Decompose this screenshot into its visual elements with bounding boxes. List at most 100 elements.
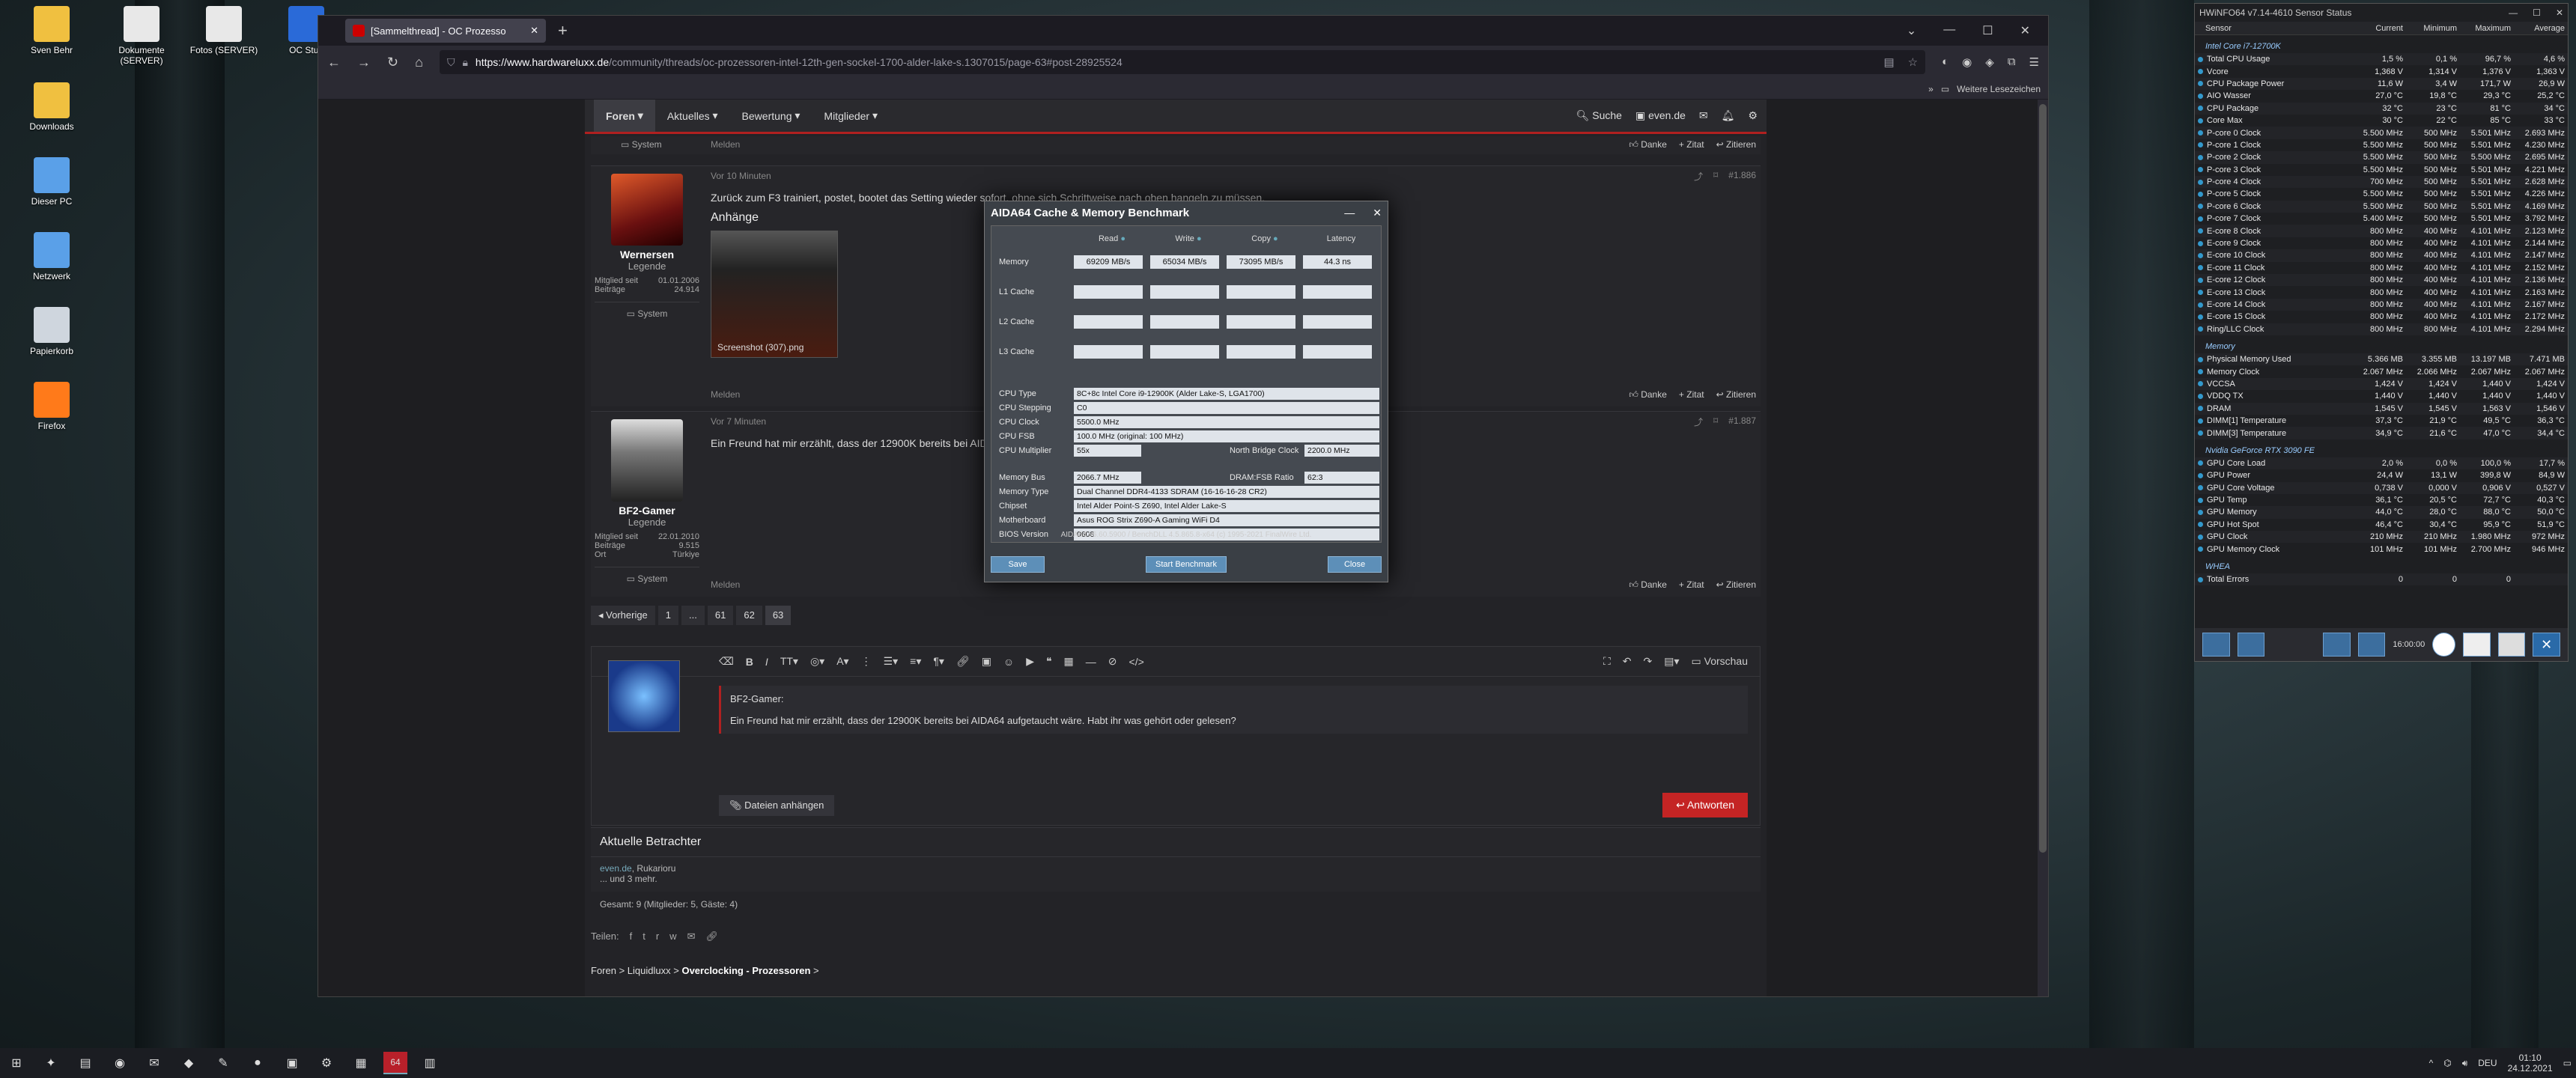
col-minimum[interactable]: Minimum [2406,24,2460,33]
settings-icon[interactable]: ⚙ [1748,109,1758,122]
home-icon[interactable]: ⌂ [415,55,423,70]
paragraph-icon[interactable]: ¶▾ [933,655,944,668]
aida-titlebar[interactable]: AIDA64 Cache & Memory Benchmark — ✕ [985,201,1388,224]
sensor-row[interactable]: P-core 2 Clock 5.500 MHz 500 MHz 5.500 MHz 2… [2195,151,2568,164]
inbox-icon[interactable]: ✉ [1699,109,1708,122]
sensor-row[interactable]: Physical Memory Used 5.366 MB 3.355 MB 13.1… [2195,353,2568,366]
reset-icon[interactable] [2357,633,2386,657]
sensor-row[interactable]: DIMM[1] Temperature 37,3 °C 21,9 °C 49,5 °C… [2195,415,2568,427]
collapse-icon[interactable]: ⌄ [1907,23,1916,38]
system-button[interactable]: ▭ System [595,567,699,584]
hr-icon[interactable]: — [1086,656,1096,668]
redo-icon[interactable]: ↷ [1644,655,1653,668]
sensor-group[interactable]: Nvidia GeForce RTX 3090 FE [2195,444,2568,457]
page-link[interactable]: 61 [707,606,734,625]
url-bar[interactable]: ⛉ 🔒︎ https://www.hardwareluxx.de/communi… [439,50,1926,74]
whatsapp-icon[interactable]: w [669,931,676,943]
drafts-icon[interactable]: ▤▾ [1664,655,1679,668]
desktop-icon[interactable]: Sven Behr [10,6,93,55]
align-icon[interactable]: ≡▾ [910,655,921,668]
lock-icon[interactable]: 🔒︎ [462,56,467,69]
fullscreen-icon[interactable]: ⛶ [1603,655,1611,668]
sensor-row[interactable]: GPU Core Load 2,0 % 0,0 % 100,0 % 17,7 % [2195,457,2568,470]
desktop-icon[interactable]: Downloads [10,82,93,132]
sensor-row[interactable]: E-core 9 Clock 800 MHz 400 MHz 4.101 MHz 2.1… [2195,237,2568,249]
sensor-row[interactable]: Total Errors 0 0 0 [2195,573,2568,586]
maximize-icon[interactable]: ☐ [2533,7,2541,18]
sensor-row[interactable]: P-core 4 Clock 700 MHz 500 MHz 5.501 MHz 2.6… [2195,175,2568,189]
desktop-icon[interactable]: Dieser PC [10,157,93,207]
page-link[interactable]: 62 [736,606,762,625]
col-average[interactable]: Average [2514,24,2568,33]
minimize-icon[interactable]: — [1943,23,1955,38]
close-tab-icon[interactable]: ✕ [530,25,538,37]
taskbar-app-icon[interactable]: ⚙ [315,1052,338,1074]
link-icon[interactable]: 🔗︎ [705,931,718,943]
sensor-row[interactable]: P-core 3 Clock 5.500 MHz 500 MHz 5.501 MHz 4… [2195,164,2568,176]
taskbar-app-icon[interactable]: ◉ [108,1052,132,1074]
system-button[interactable]: ▭ System [595,302,699,319]
sensor-row[interactable]: GPU Memory 44,0 °C 28,0 °C 88,0 °C 50,0 °C [2195,506,2568,519]
share-icon[interactable]: ⤴ [1694,415,1703,428]
reader-icon[interactable]: ▤ [1883,55,1894,69]
like-button[interactable]: 👍︎ Danke [1629,389,1667,401]
sensor-row[interactable]: P-core 6 Clock 5.500 MHz 500 MHz 5.501 MHz 4… [2195,200,2568,213]
reply-quote-button[interactable]: ↩ Zitieren [1716,139,1756,150]
desktop-icon[interactable]: Firefox [10,382,93,431]
language[interactable]: DEU [2478,1058,2497,1068]
sensor-row[interactable]: AIO Wasser 27,0 °C 19,8 °C 29,3 °C 25,2 °C [2195,90,2568,102]
crumb-liquidluxx[interactable]: Liquidluxx [628,965,671,976]
username[interactable]: BF2-Gamer [591,505,703,517]
extensions-icon[interactable]: ⧉ [2008,55,2016,69]
quoted-text[interactable]: BF2-Gamer: Ein Freund hat mir erzählt, d… [719,686,1748,734]
page-link[interactable]: 1 [657,606,679,625]
reload-icon[interactable]: ↻ [387,55,398,70]
notifications-icon[interactable]: ▭ [2563,1058,2572,1068]
font-icon[interactable]: A▾ [836,655,848,668]
spoiler-icon[interactable]: ⊘ [1108,655,1117,668]
network-icon[interactable]: ⌬ [2443,1058,2451,1068]
viewer-link[interactable]: even.de [600,863,632,874]
network-icon[interactable] [2323,633,2351,657]
bold-icon[interactable]: B [746,656,753,668]
sensor-row[interactable]: E-core 13 Clock 800 MHz 400 MHz 4.101 MHz 2.… [2195,286,2568,298]
sensor-row[interactable]: GPU Memory Clock 101 MHz 101 MHz 2.700 MHz 9… [2195,543,2568,555]
taskbar-app-icon[interactable]: ▦ [349,1052,373,1074]
tray-expand-icon[interactable]: ^ [2429,1058,2434,1068]
taskbar-app-icon[interactable]: ✎ [211,1052,235,1074]
media-icon[interactable]: ▶ [1026,655,1034,668]
col-current[interactable]: Current [2352,24,2406,33]
like-button[interactable]: 👍︎ Danke [1629,579,1667,591]
color-icon[interactable]: ◎▾ [810,655,824,668]
own-avatar[interactable] [608,660,680,732]
sensor-row[interactable]: Core Max 30 °C 22 °C 85 °C 33 °C [2195,115,2568,127]
post-time[interactable]: Vor 7 Minuten [711,416,766,427]
minimize-icon[interactable]: — [1344,207,1355,219]
report-link[interactable]: Melden [711,389,740,401]
close-sensors-icon[interactable]: ✕ [2533,633,2561,657]
sensor-row[interactable]: DRAM 1,545 V 1,545 V 1,563 V 1,546 V [2195,402,2568,415]
undo-icon[interactable]: ↶ [1623,655,1632,668]
post-number[interactable]: #1.887 [1728,415,1756,428]
sensor-row[interactable]: Vcore 1,368 V 1,314 V 1,376 V 1,363 V [2195,65,2568,77]
report-link[interactable]: Melden [711,139,740,150]
quote-icon[interactable]: ❝ [1046,655,1052,668]
nav-news[interactable]: Aktuelles ▾ [655,100,730,132]
col-sensor[interactable]: Sensor [2195,24,2352,33]
sensor-row[interactable]: CPU Package Power 11,6 W 3,4 W 171,7 W 26,9 … [2195,77,2568,91]
sensor-row[interactable]: CPU Package 32 °C 23 °C 81 °C 34 °C [2195,102,2568,115]
new-tab-icon[interactable]: + [558,21,568,40]
sensor-row[interactable]: E-core 15 Clock 800 MHz 400 MHz 4.101 MHz 2.… [2195,311,2568,323]
reply-button[interactable]: ↩ Antworten [1662,793,1748,817]
taskbar-app-icon[interactable]: ▣ [280,1052,304,1074]
nav-members[interactable]: Mitglieder ▾ [812,100,890,132]
sensor-row[interactable]: GPU Core Voltage 0,738 V 0,000 V 0,906 V 0,5… [2195,481,2568,494]
sensor-row[interactable]: Total CPU Usage 1,5 % 0,1 % 96,7 % 4,6 % [2195,53,2568,66]
bookmark-star-icon[interactable]: ☆ [1908,55,1918,69]
crumb-overclocking[interactable]: Overclocking - Prozessoren [681,965,810,976]
avatar[interactable] [611,174,683,246]
back-icon[interactable]: ← [327,55,341,70]
pocket-icon[interactable]: ◐ [1942,55,1948,69]
bell-icon[interactable]: 🔔︎ [1722,109,1735,122]
crumb-forums[interactable]: Foren [591,965,616,976]
